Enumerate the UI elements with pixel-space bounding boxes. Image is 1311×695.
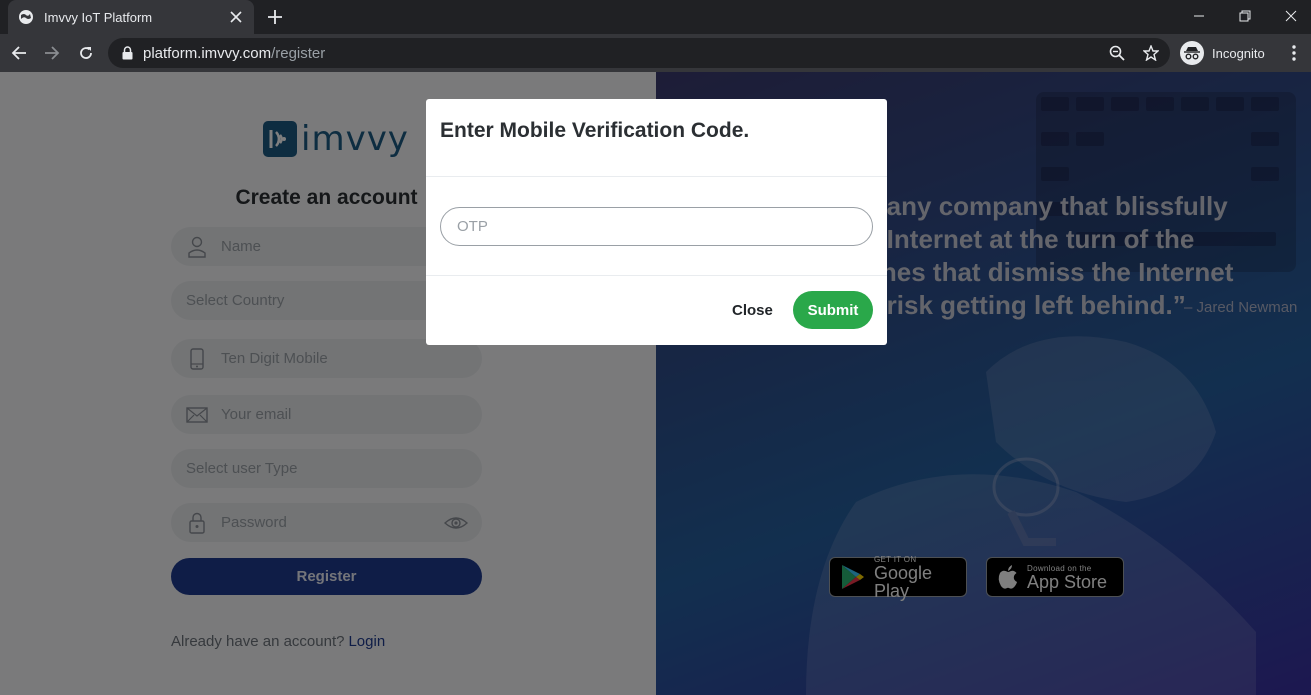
tab-title: Imvvy IoT Platform — [44, 9, 153, 25]
bookmark-star-icon[interactable] — [1142, 44, 1160, 62]
modal-footer: Close Submit — [426, 276, 887, 344]
zoom-icon[interactable] — [1108, 44, 1126, 62]
reload-icon[interactable] — [74, 41, 98, 65]
modal-title: Enter Mobile Verification Code. — [440, 119, 750, 142]
new-tab-button[interactable] — [265, 7, 285, 27]
otp-input[interactable] — [440, 207, 873, 246]
modal-header: Enter Mobile Verification Code. — [426, 99, 887, 177]
browser-tab-strip: Imvvy IoT Platform — [0, 0, 1311, 34]
incognito-label: Incognito — [1212, 45, 1265, 61]
incognito-indicator[interactable]: Incognito — [1180, 41, 1265, 65]
browser-toolbar: platform.imvvy.com/register Incognito — [0, 34, 1311, 72]
incognito-icon — [1180, 41, 1204, 65]
close-button[interactable]: Close — [722, 291, 783, 329]
url-text: platform.imvvy.com/register — [143, 45, 325, 62]
otp-modal: Enter Mobile Verification Code. Close Su… — [426, 99, 887, 345]
browser-tab[interactable]: Imvvy IoT Platform — [8, 0, 254, 34]
modal-body — [426, 177, 887, 276]
minimize-button[interactable] — [1176, 0, 1222, 32]
url-host: platform.imvvy.com — [143, 44, 272, 62]
address-bar[interactable]: platform.imvvy.com/register — [108, 38, 1170, 68]
globe-icon — [18, 9, 34, 25]
forward-icon[interactable] — [40, 41, 64, 65]
menu-icon[interactable] — [1284, 42, 1304, 64]
url-path: /register — [271, 44, 326, 62]
restore-button[interactable] — [1222, 0, 1268, 32]
submit-button[interactable]: Submit — [793, 291, 873, 329]
close-tab-icon[interactable] — [228, 9, 244, 25]
back-icon[interactable] — [7, 41, 31, 65]
lock-icon — [122, 46, 133, 60]
close-window-button[interactable] — [1268, 0, 1311, 32]
